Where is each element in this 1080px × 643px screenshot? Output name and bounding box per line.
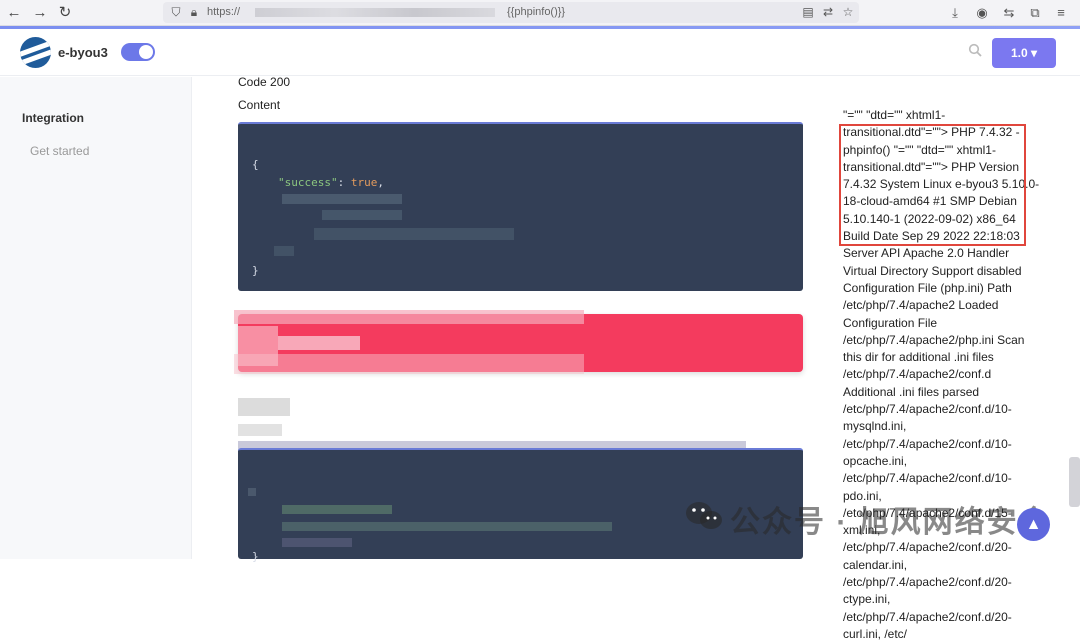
logo-icon bbox=[20, 37, 51, 68]
forward-icon[interactable]: → bbox=[30, 3, 50, 23]
version-dropdown[interactable]: 1.0 ▾ bbox=[992, 38, 1056, 68]
extensions-icon[interactable]: ⧉ bbox=[1026, 4, 1044, 22]
redacted-label bbox=[238, 398, 290, 416]
shield-icon[interactable]: ⛉ bbox=[169, 5, 183, 19]
code-block-success: { "success": true, } bbox=[238, 122, 803, 291]
account-icon[interactable]: ◉ bbox=[973, 4, 991, 22]
browser-toolbar: ← → ↻ ⛉ 🔒︎ https:// {{phpinfo()}} ▤ ⇄ ☆ … bbox=[0, 0, 1080, 26]
redacted-label bbox=[238, 424, 282, 436]
code-open-brace: { bbox=[252, 158, 259, 171]
highlight-annotation bbox=[839, 124, 1026, 246]
wechat-icon bbox=[684, 500, 730, 540]
response-code-label: Code 200 bbox=[238, 75, 291, 89]
scrollbar-thumb[interactable] bbox=[1069, 457, 1080, 507]
code-value: true bbox=[350, 176, 378, 189]
address-bar[interactable]: ⛉ 🔒︎ https:// {{phpinfo()}} ▤ ⇄ ☆ bbox=[163, 2, 859, 23]
redacted-line bbox=[282, 522, 612, 531]
redacted-alert-text bbox=[278, 336, 360, 350]
code-close-brace: } bbox=[252, 264, 259, 277]
watermark-text: 公众号 · 旭风网络安全 bbox=[684, 497, 1051, 541]
url-redacted bbox=[255, 8, 495, 17]
theme-toggle[interactable] bbox=[121, 43, 155, 61]
redacted-line bbox=[274, 246, 294, 256]
menu-icon[interactable]: ≡ bbox=[1052, 4, 1070, 22]
translate-icon[interactable]: ⇄ bbox=[821, 5, 835, 19]
redacted-line bbox=[248, 488, 256, 496]
search-icon[interactable] bbox=[966, 43, 984, 61]
bookmark-star-icon[interactable]: ☆ bbox=[841, 5, 855, 19]
code-success-line: "success": true, bbox=[278, 176, 384, 189]
watermark-label: 公众号 · 旭风网络安全 bbox=[730, 506, 1051, 539]
sidebar-item-get-started[interactable]: Get started bbox=[30, 144, 89, 158]
redacted-alert-text bbox=[234, 310, 584, 324]
redacted-line bbox=[282, 194, 402, 204]
translate-extension-icon[interactable]: ⇆ bbox=[1000, 4, 1018, 22]
code-colon: : bbox=[337, 176, 351, 189]
url-prefix: https:// bbox=[207, 6, 241, 18]
reload-icon[interactable]: ↻ bbox=[55, 3, 75, 23]
error-alert bbox=[234, 310, 803, 374]
back-to-top-button[interactable]: ▲ bbox=[1017, 508, 1050, 541]
sidebar-section-integration: Integration bbox=[22, 111, 84, 125]
lock-icon[interactable]: 🔒︎ bbox=[187, 5, 201, 19]
url-suffix: {{phpinfo()}} bbox=[507, 6, 566, 18]
redacted-line bbox=[314, 228, 514, 240]
content-label: Content bbox=[238, 98, 281, 112]
code-close-brace: } bbox=[252, 550, 259, 563]
code-comma: , bbox=[377, 176, 384, 189]
back-icon[interactable]: ← bbox=[4, 3, 24, 23]
redacted-line bbox=[282, 505, 392, 514]
app-header: e-byou3 1.0 ▾ bbox=[0, 29, 1080, 76]
redacted-alert-text bbox=[234, 354, 584, 374]
search-icon-glyph bbox=[968, 43, 982, 57]
reader-icon[interactable]: ▤ bbox=[801, 5, 815, 19]
redacted-line bbox=[322, 210, 402, 220]
brand-name: e-byou3 bbox=[58, 45, 108, 60]
download-icon[interactable]: ⤓ bbox=[946, 4, 964, 22]
code-key: "success" bbox=[278, 176, 338, 189]
redacted-line bbox=[282, 538, 352, 547]
sidebar: Integration Get started bbox=[0, 77, 192, 559]
toggle-knob bbox=[139, 45, 153, 59]
